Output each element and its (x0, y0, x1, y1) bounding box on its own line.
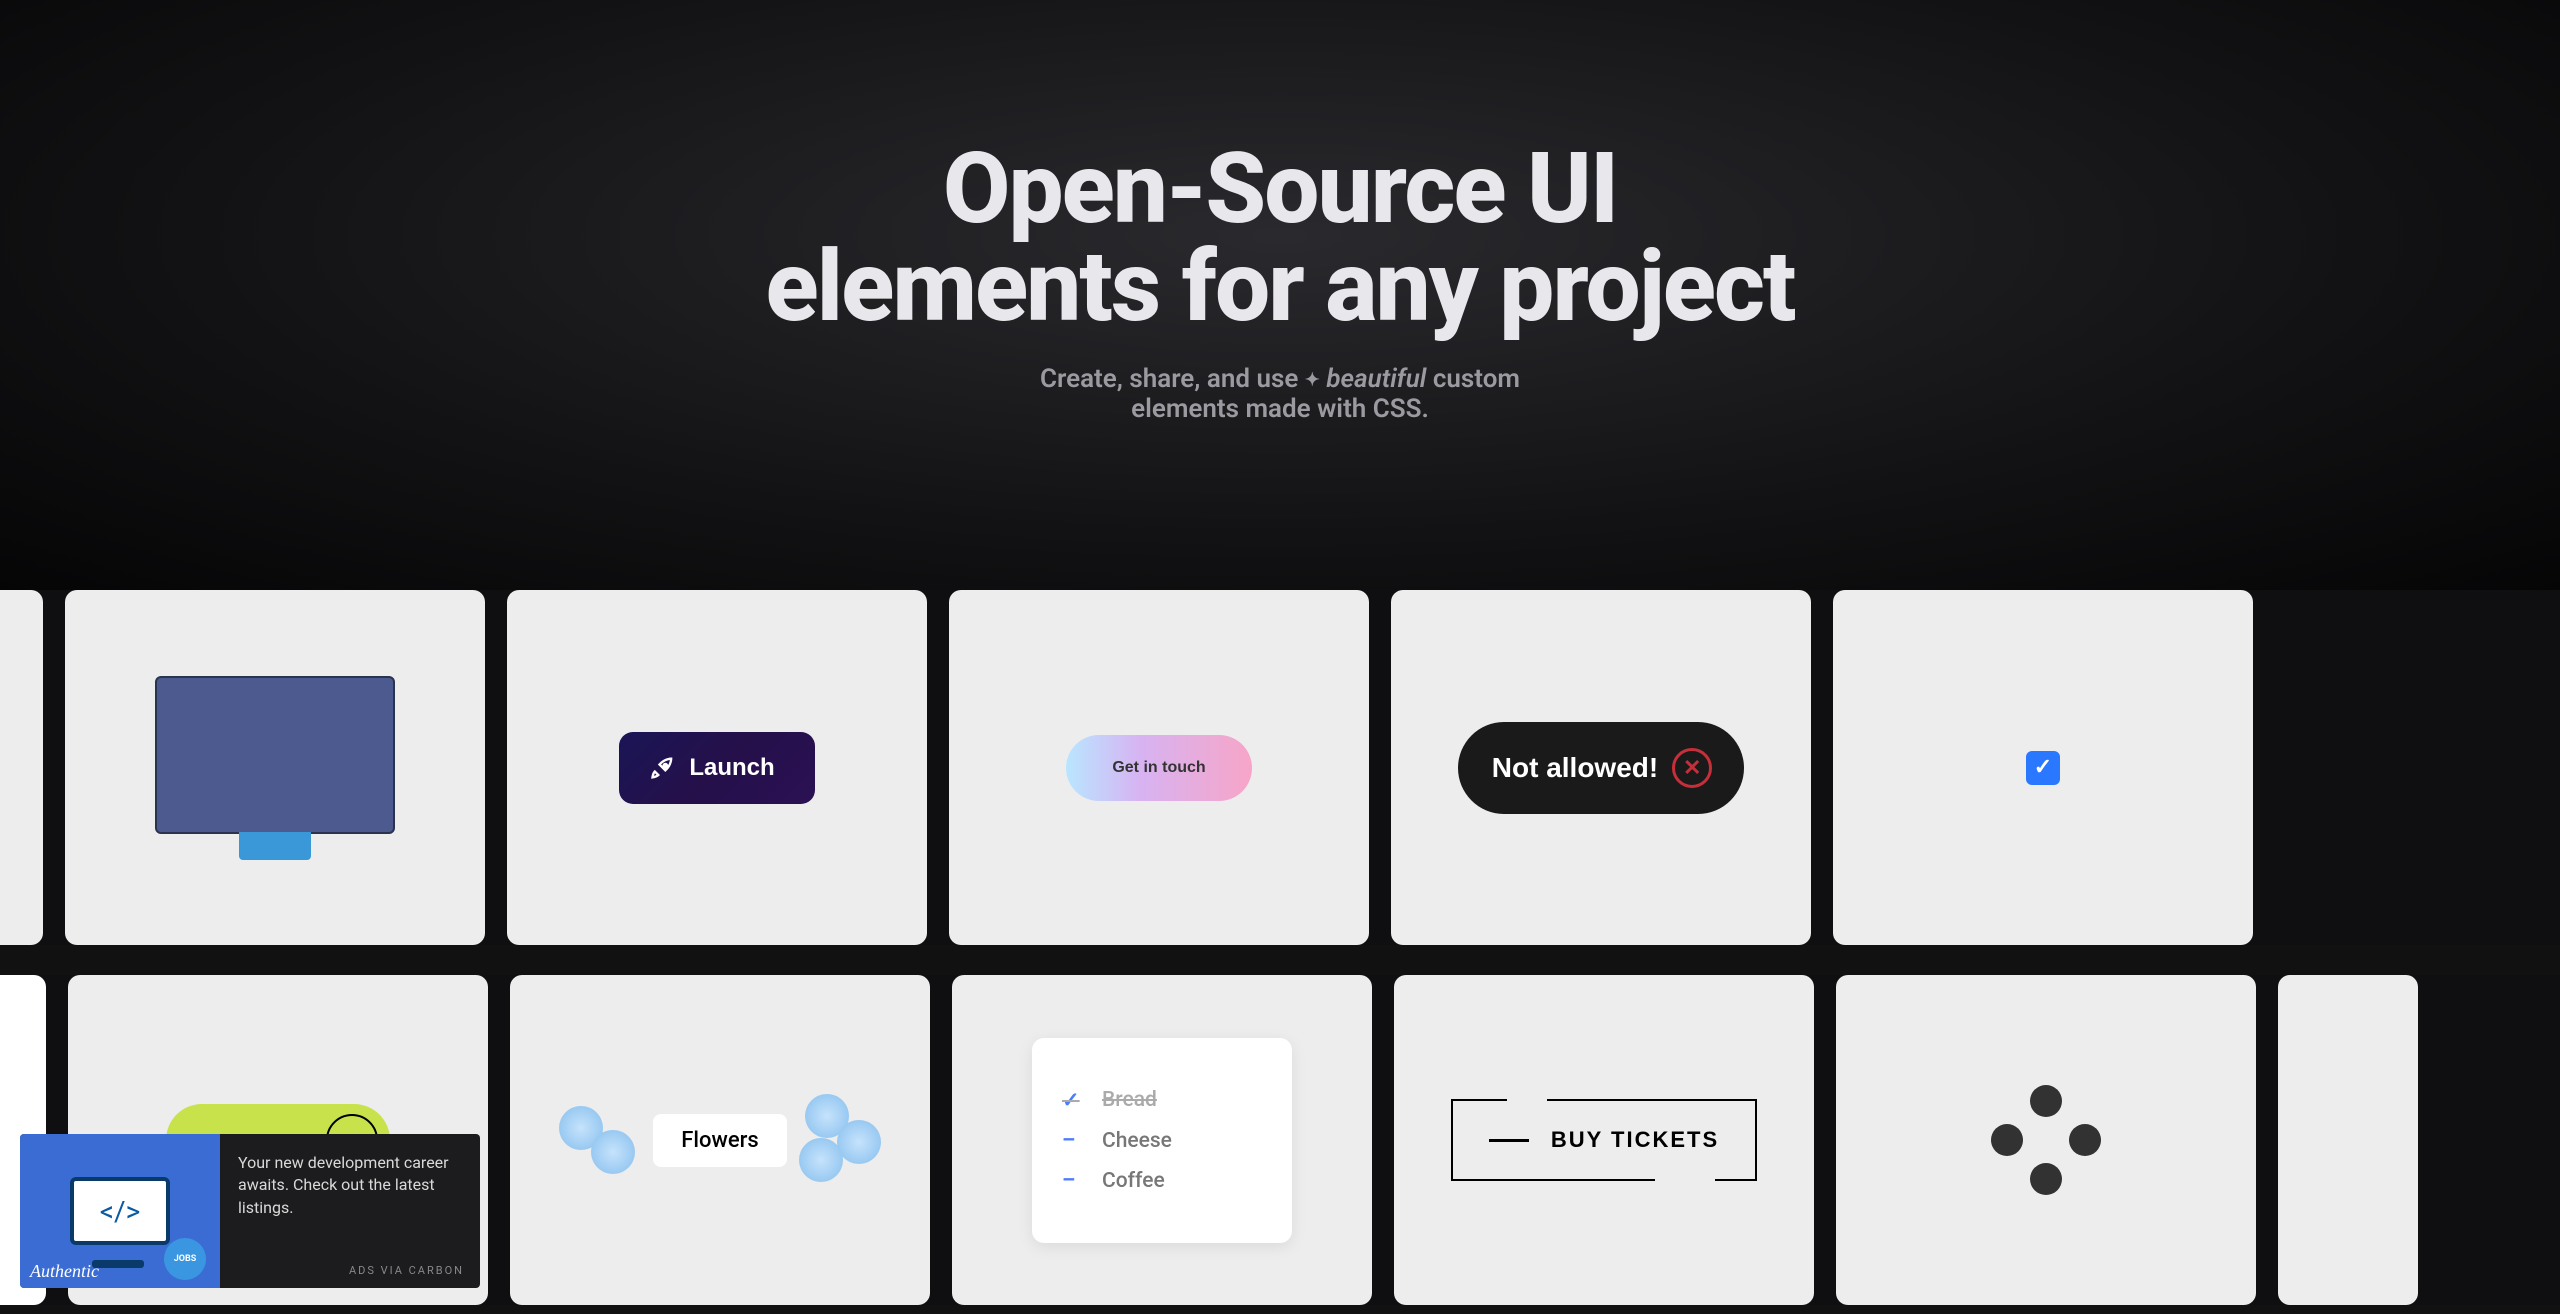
monitor-screen-icon (155, 676, 395, 834)
checklist: ✓ Bread –Cheese –Coffee (1032, 1038, 1292, 1243)
petal-icon (591, 1130, 635, 1174)
list-item-label: Cheese (1102, 1129, 1172, 1153)
dash-icon: – (1062, 1129, 1080, 1153)
ad-text-wrap: Your new development career awaits. Chec… (220, 1134, 480, 1288)
monitor-graphic (155, 676, 395, 860)
list-item[interactable]: –Coffee (1062, 1169, 1248, 1193)
card-monitor[interactable] (65, 590, 485, 945)
petal-icon (799, 1138, 843, 1182)
buy-tickets-button[interactable]: BUY TICKETS (1451, 1099, 1757, 1181)
ad-jobs-badge: JOBS (164, 1238, 206, 1280)
list-item[interactable]: –Cheese (1062, 1129, 1248, 1153)
ad-brand: Authentic (30, 1261, 99, 1282)
dot-icon (2030, 1085, 2062, 1117)
not-allowed-label: Not allowed! (1492, 752, 1658, 784)
launch-label: Launch (689, 754, 774, 782)
card-edge[interactable] (2278, 975, 2418, 1305)
carbon-ad[interactable]: </> Authentic JOBS Your new development … (20, 1134, 480, 1288)
list-item[interactable]: ✓ Bread (1062, 1088, 1248, 1113)
card-dpad[interactable] (1836, 975, 2256, 1305)
rocket-icon (649, 754, 677, 782)
monitor-stand-icon (239, 832, 311, 860)
hero-sub-pre: Create, share, and use (1040, 364, 1298, 394)
petal-icon (837, 1120, 881, 1164)
dot-icon (2069, 1124, 2101, 1156)
card-launch[interactable]: Launch (507, 590, 927, 945)
card-flowers[interactable]: Flowers (510, 975, 930, 1305)
hero-title: Open-Source UI elements for any project (765, 140, 1794, 336)
flowers-button[interactable]: Flowers (653, 1114, 786, 1167)
dpad-loader (1991, 1085, 2101, 1195)
card-get-in-touch[interactable]: Get in touch (949, 590, 1369, 945)
card-buy-tickets[interactable]: BUY TICKETS (1394, 975, 1814, 1305)
card-not-allowed[interactable]: Not allowed! ✕ (1391, 590, 1811, 945)
ad-monitor-icon: </> (70, 1177, 170, 1245)
list-item-label: Bread (1102, 1088, 1157, 1112)
hero: Open-Source UI elements for any project … (0, 0, 2560, 590)
not-allowed-button[interactable]: Not allowed! ✕ (1458, 722, 1744, 814)
dot-icon (2030, 1163, 2062, 1195)
ad-image: </> Authentic JOBS (20, 1134, 220, 1288)
hero-subtitle: Create, share, and use ✦ beautiful custo… (1000, 364, 1560, 424)
list-item-label: Coffee (1102, 1169, 1165, 1193)
ad-via[interactable]: ADS VIA CARBON (349, 1263, 464, 1278)
close-circle-icon: ✕ (1672, 748, 1712, 788)
check-icon: ✓ (1062, 1088, 1080, 1113)
dash-icon: – (1062, 1169, 1080, 1193)
dot-icon (1991, 1124, 2023, 1156)
ad-text: Your new development career awaits. Chec… (238, 1153, 449, 1217)
buy-tickets-label: BUY TICKETS (1551, 1127, 1719, 1153)
checkbox-checked[interactable]: ✓ (2026, 751, 2060, 785)
card-checklist[interactable]: ✓ Bread –Cheese –Coffee (952, 975, 1372, 1305)
card-text-input[interactable] (0, 590, 43, 945)
card-checkbox[interactable]: ✓ (1833, 590, 2253, 945)
dash-icon (1489, 1139, 1529, 1142)
launch-button[interactable]: Launch (619, 732, 814, 804)
get-in-touch-button[interactable]: Get in touch (1066, 735, 1251, 801)
hero-title-line2: elements for any project (765, 229, 1794, 344)
cards-row-1: Launch Get in touch Not allowed! ✕ ✓ (0, 590, 2560, 945)
sparkle-icon: ✦ (1305, 370, 1320, 391)
hero-sub-beautiful: beautiful (1326, 364, 1426, 394)
